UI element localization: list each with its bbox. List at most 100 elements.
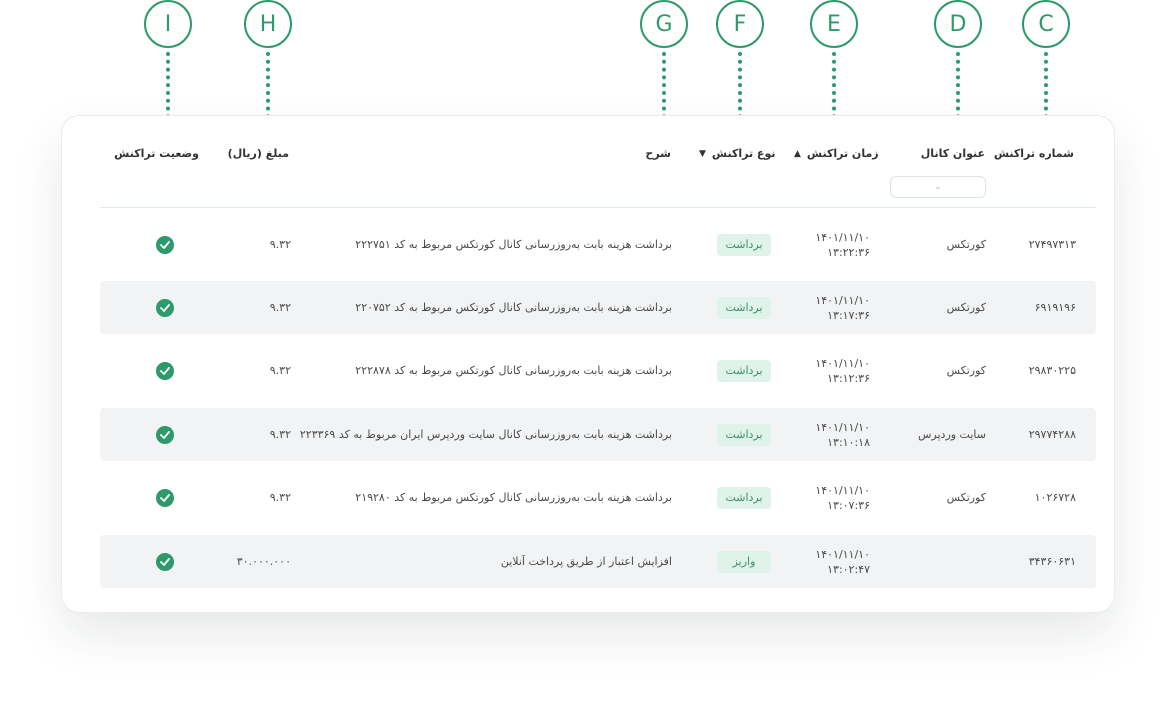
header-channel-title: عنوان کانال	[920, 147, 985, 160]
table-row[interactable]: ۲۷۴۹۷۳۱۳ کورتکس ۱۴۰۱/۱۱/۱۰ ۱۳:۲۲:۳۶ بردا…	[100, 218, 1096, 271]
transaction-type-badge: برداشت	[717, 486, 771, 509]
transaction-time: ۱۳:۱۷:۳۶	[827, 308, 870, 322]
transaction-description: برداشت هزینه بابت به‌روزرسانی کانال کورت…	[355, 364, 672, 377]
marker-label: G	[640, 0, 688, 48]
transaction-description: برداشت هزینه بابت به‌روزرسانی کانال سایت…	[299, 428, 672, 441]
transaction-datetime: ۱۴۰۱/۱۱/۱۰ ۱۳:۰۲:۴۷	[815, 535, 870, 588]
transaction-status	[156, 408, 174, 461]
transaction-time: ۱۳:۰۲:۴۷	[827, 562, 870, 576]
header-transaction-type[interactable]: ▼ نوع تراکنش	[699, 147, 775, 160]
callout-marker-g: G	[640, 0, 688, 134]
transactions-table-card: شماره تراکنش عنوان کانال ▲ زمان تراکنش ▼…	[61, 115, 1115, 613]
channel-title: کورتکس	[946, 364, 986, 377]
transaction-date: ۱۴۰۱/۱۱/۱۰	[815, 356, 870, 370]
transaction-datetime: ۱۴۰۱/۱۱/۱۰ ۱۳:۱۰:۱۸	[815, 408, 870, 461]
header-divider	[100, 207, 1096, 208]
transaction-status	[156, 535, 174, 588]
marker-label: D	[934, 0, 982, 48]
header-amount: مبلغ (ریال)	[227, 147, 289, 160]
transaction-status	[156, 281, 174, 334]
transaction-date: ۱۴۰۱/۱۱/۱۰	[815, 483, 870, 497]
table-row[interactable]: ۱۰۲۶۷۲۸ کورتکس ۱۴۰۱/۱۱/۱۰ ۱۳:۰۷:۳۶ برداش…	[100, 471, 1096, 524]
transaction-datetime: ۱۴۰۱/۱۱/۱۰ ۱۳:۲۲:۳۶	[815, 218, 870, 271]
transaction-type-badge: برداشت	[717, 233, 771, 256]
transaction-amount: ۹.۳۲	[269, 428, 291, 441]
table-row[interactable]: ۲۹۷۷۴۲۸۸ سایت وردپرس ۱۴۰۱/۱۱/۱۰ ۱۳:۱۰:۱۸…	[100, 408, 1096, 461]
table-row[interactable]: ۳۴۳۶۰۶۳۱ ۱۴۰۱/۱۱/۱۰ ۱۳:۰۲:۴۷ واریز افزای…	[100, 535, 1096, 588]
transaction-type: برداشت	[717, 471, 771, 524]
transaction-datetime: ۱۴۰۱/۱۱/۱۰ ۱۳:۱۷:۳۶	[815, 281, 870, 334]
check-circle-icon	[156, 552, 174, 571]
transaction-status	[156, 471, 174, 524]
check-circle-icon	[156, 298, 174, 317]
callout-marker-e: E	[810, 0, 858, 134]
callout-marker-d: D	[934, 0, 982, 134]
transaction-type-badge: واریز	[717, 550, 771, 573]
marker-label: H	[244, 0, 292, 48]
callout-marker-f: F	[716, 0, 764, 134]
transaction-number: ۲۹۸۳۰۲۲۵	[1028, 364, 1076, 377]
check-circle-icon	[156, 361, 174, 380]
header-transaction-time[interactable]: ▲ زمان تراکنش	[794, 147, 879, 160]
marker-label: C	[1022, 0, 1070, 48]
channel-title: کورتکس	[946, 491, 986, 504]
transaction-datetime: ۱۴۰۱/۱۱/۱۰ ۱۳:۱۲:۳۶	[815, 344, 870, 397]
transaction-type-badge: برداشت	[717, 423, 771, 446]
chevron-up-icon[interactable]: ▲	[794, 149, 801, 159]
check-circle-icon	[156, 488, 174, 507]
transaction-type: برداشت	[717, 344, 771, 397]
transaction-type: برداشت	[717, 281, 771, 334]
channel-title: سایت وردپرس	[917, 428, 986, 441]
transaction-status	[156, 218, 174, 271]
transaction-number: ۶۹۱۹۱۹۶	[1034, 301, 1076, 314]
transaction-number: ۳۴۳۶۰۶۳۱	[1028, 555, 1076, 568]
transaction-type: واریز	[717, 535, 771, 588]
transaction-number: ۲۹۷۷۴۲۸۸	[1028, 428, 1076, 441]
check-circle-icon	[156, 425, 174, 444]
transaction-time: ۱۳:۲۲:۳۶	[827, 245, 870, 259]
transaction-description: برداشت هزینه بابت به‌روزرسانی کانال کورت…	[355, 491, 672, 504]
header-description: شرح	[645, 147, 671, 160]
transaction-date: ۱۴۰۱/۱۱/۱۰	[815, 293, 870, 307]
transaction-number: ۱۰۲۶۷۲۸	[1034, 491, 1076, 504]
callout-marker-c: C	[1022, 0, 1070, 134]
header-transaction-number: شماره تراکنش	[993, 147, 1074, 160]
transaction-time: ۱۳:۱۲:۳۶	[827, 371, 870, 385]
transaction-type-badge: برداشت	[717, 359, 771, 382]
table-row[interactable]: ۲۹۸۳۰۲۲۵ کورتکس ۱۴۰۱/۱۱/۱۰ ۱۳:۱۲:۳۶ بردا…	[100, 344, 1096, 397]
chevron-down-icon[interactable]: ▼	[699, 149, 706, 159]
transaction-type: برداشت	[717, 408, 771, 461]
callout-marker-h: H	[244, 0, 292, 134]
callout-marker-i: I	[144, 0, 192, 134]
transaction-status	[156, 344, 174, 397]
transaction-date: ۱۴۰۱/۱۱/۱۰	[815, 420, 870, 434]
transaction-time: ۱۳:۱۰:۱۸	[827, 435, 870, 449]
header-time-label: زمان تراکنش	[806, 147, 879, 160]
transaction-description: برداشت هزینه بابت به‌روزرسانی کانال کورت…	[355, 238, 672, 251]
table-row[interactable]: ۶۹۱۹۱۹۶ کورتکس ۱۴۰۱/۱۱/۱۰ ۱۳:۱۷:۳۶ برداش…	[100, 281, 1096, 334]
transaction-description: افزایش اعتبار از طریق پرداخت آنلاین	[500, 555, 672, 568]
transaction-amount: ۹.۳۲	[269, 238, 291, 251]
transaction-number: ۲۷۴۹۷۳۱۳	[1028, 238, 1076, 251]
marker-label: E	[810, 0, 858, 48]
transaction-amount: ۹.۳۲	[269, 301, 291, 314]
transaction-type-badge: برداشت	[717, 296, 771, 319]
transaction-amount: ۹.۳۲	[269, 491, 291, 504]
transaction-amount: ۳۰.۰۰۰.۰۰۰	[236, 555, 291, 568]
header-type-label: نوع تراکنش	[711, 147, 776, 160]
transaction-amount: ۹.۳۲	[269, 364, 291, 377]
transaction-time: ۱۳:۰۷:۳۶	[827, 498, 870, 512]
transaction-type: برداشت	[717, 218, 771, 271]
channel-title: کورتکس	[946, 301, 986, 314]
transaction-date: ۱۴۰۱/۱۱/۱۰	[815, 230, 870, 244]
channel-filter-select[interactable]: ⌄	[890, 176, 986, 198]
channel-title: کورتکس	[946, 238, 986, 251]
transaction-datetime: ۱۴۰۱/۱۱/۱۰ ۱۳:۰۷:۳۶	[815, 471, 870, 524]
transaction-date: ۱۴۰۱/۱۱/۱۰	[815, 547, 870, 561]
header-transaction-status: وضعیت تراکنش	[114, 147, 199, 160]
marker-label: F	[716, 0, 764, 48]
check-circle-icon	[156, 235, 174, 254]
chevron-down-icon: ⌄	[934, 182, 942, 192]
marker-label: I	[144, 0, 192, 48]
transaction-description: برداشت هزینه بابت به‌روزرسانی کانال کورت…	[355, 301, 672, 314]
